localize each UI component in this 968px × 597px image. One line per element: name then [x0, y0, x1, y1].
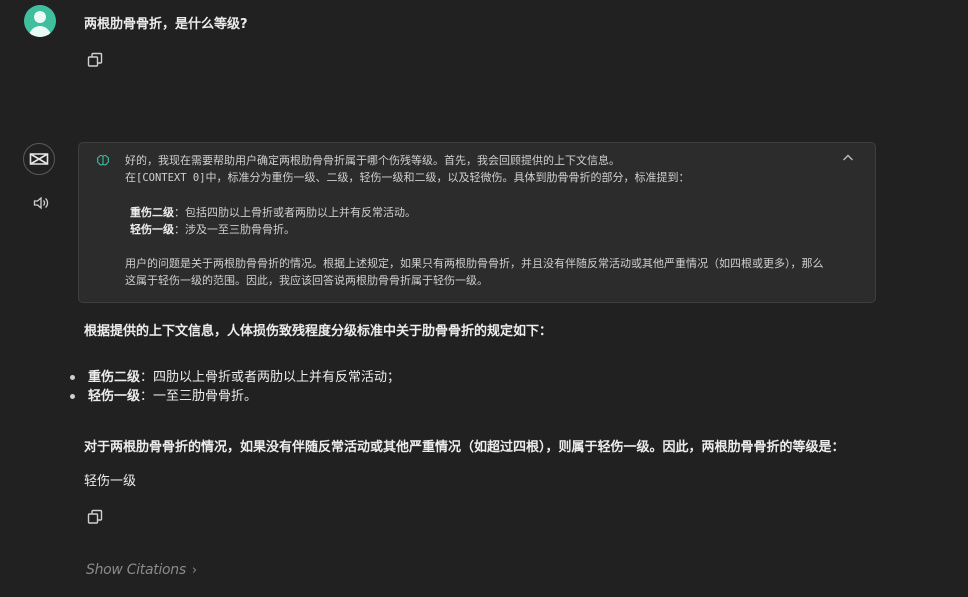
user-avatar-icon [24, 5, 56, 37]
copy-icon[interactable] [86, 51, 104, 69]
speaker-icon[interactable] [32, 194, 50, 212]
assistant-logo-icon [23, 143, 55, 175]
show-citations-button[interactable]: Show Citations › [86, 562, 197, 578]
reasoning-item: 重伤二级：包括四肋以上骨折或者两肋以上并有反常活动。 [130, 206, 416, 219]
collapse-chevron-icon[interactable] [841, 151, 855, 165]
list-item: 重伤二级 ：四肋以上骨折或者两肋以上并有反常活动； [70, 368, 400, 387]
reasoning-conclusion: 用户的问题是关于两根肋骨骨折的情况。根据上述规定，如果只有两根肋骨骨折，并且没有… [125, 257, 824, 287]
bullet-dot [70, 375, 75, 380]
reasoning-panel: 好的，我现在需要帮助用户确定两根肋骨骨折属于哪个伤残等级。首先，我会回顾提供的上… [78, 142, 876, 303]
list-item: 轻伤一级 ：一至三肋骨骨折。 [70, 387, 400, 406]
context-ref: [CONTEXT 0] [136, 172, 206, 184]
answer-paragraph: 对于两根肋骨骨折的情况，如果没有伴随反常活动或其他严重情况（如超过四根），则属于… [84, 440, 845, 455]
bullet-dot [70, 394, 75, 399]
brain-icon [95, 153, 111, 169]
answer-bullet-list: 重伤二级 ：四肋以上骨折或者两肋以上并有反常活动； 轻伤一级 ：一至三肋骨骨折。 [70, 368, 400, 406]
reasoning-line: 在[CONTEXT 0]中，标准分为重伤一级、二级，轻伤一级和二级，以及轻微伤。… [125, 171, 690, 184]
user-message-text: 两根肋骨骨折，是什么等级? [84, 17, 248, 32]
reasoning-line: 好的，我现在需要帮助用户确定两根肋骨骨折属于哪个伤残等级。首先，我会回顾提供的上… [125, 154, 620, 167]
chevron-right-icon: › [191, 562, 197, 578]
reasoning-item: 轻伤一级：涉及一至三肋骨骨折。 [130, 223, 295, 236]
reasoning-text: 好的，我现在需要帮助用户确定两根肋骨骨折属于哪个伤残等级。首先，我会回顾提供的上… [125, 152, 825, 289]
copy-icon[interactable] [86, 508, 104, 526]
answer-intro: 根据提供的上下文信息，人体损伤致残程度分级标准中关于肋骨骨折的规定如下： [84, 324, 553, 339]
answer-final: 轻伤一级 [84, 474, 137, 489]
